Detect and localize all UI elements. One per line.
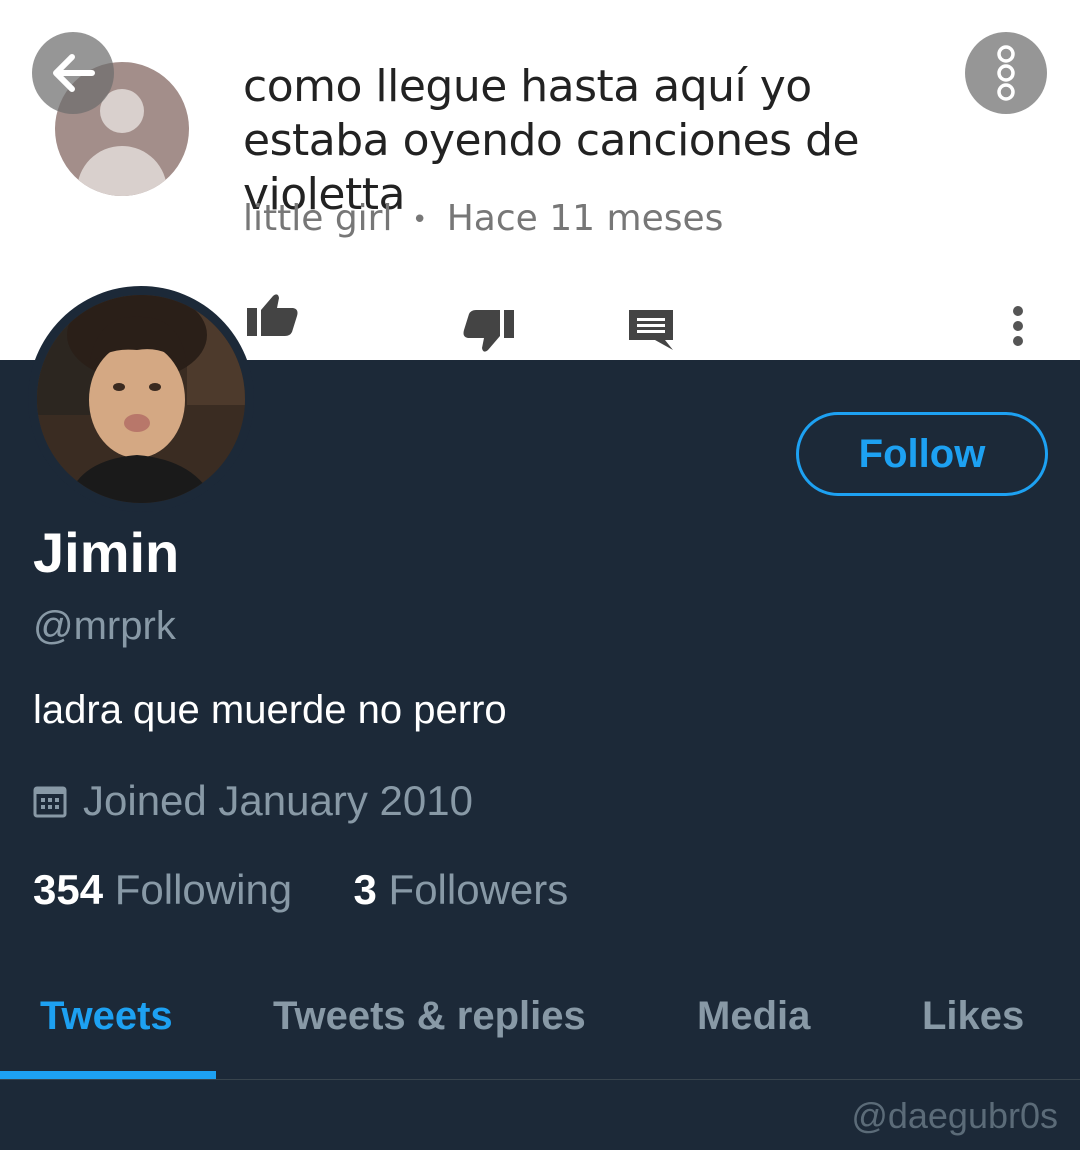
- profile-avatar[interactable]: [28, 286, 254, 512]
- more-options-button[interactable]: [965, 32, 1047, 114]
- arrow-left-icon: [53, 54, 95, 92]
- back-button[interactable]: [32, 32, 114, 114]
- followers-link[interactable]: 3 Followers: [354, 866, 569, 913]
- reply-icon[interactable]: [627, 308, 675, 357]
- followers-count: 3: [353, 866, 377, 913]
- more-vertical-icon: [997, 45, 1015, 101]
- follow-button[interactable]: Follow: [796, 412, 1048, 496]
- thumbs-down-icon[interactable]: [462, 308, 516, 359]
- watermark: @daegubr0s: [851, 1095, 1058, 1136]
- tab-divider: [0, 1079, 1080, 1080]
- following-count: 354: [33, 866, 104, 913]
- active-tab-indicator: [0, 1071, 216, 1079]
- more-vertical-icon[interactable]: [1008, 305, 1028, 354]
- followers-label: Followers: [388, 866, 569, 913]
- profile-photo: [37, 295, 245, 503]
- calendar-icon: [33, 786, 67, 818]
- tab-media[interactable]: Media: [697, 994, 810, 1039]
- tab-likes[interactable]: Likes: [922, 994, 1024, 1039]
- comment-meta: little girl • Hace 11 meses: [243, 198, 723, 239]
- tab-tweets-and-replies[interactable]: Tweets & replies: [273, 994, 586, 1039]
- profile-bio: ladra que muerde no perro: [33, 688, 507, 732]
- tab-tweets[interactable]: Tweets: [40, 994, 173, 1039]
- profile-name: Jimin: [33, 521, 180, 584]
- comment-author: little girl: [243, 198, 393, 239]
- profile-handle: @mrprk: [33, 604, 176, 648]
- follow-stats: 354 Following 3 Followers: [33, 866, 568, 914]
- following-link[interactable]: 354 Following: [33, 866, 304, 913]
- comment-time: Hace 11 meses: [446, 198, 724, 239]
- joined-date: Joined January 2010: [33, 776, 473, 826]
- avatar-body-shape: [77, 146, 167, 196]
- joined-label: Joined January 2010: [83, 777, 473, 824]
- following-label: Following: [114, 866, 293, 913]
- meta-separator: •: [411, 205, 428, 235]
- thumbs-up-icon[interactable]: [245, 292, 299, 343]
